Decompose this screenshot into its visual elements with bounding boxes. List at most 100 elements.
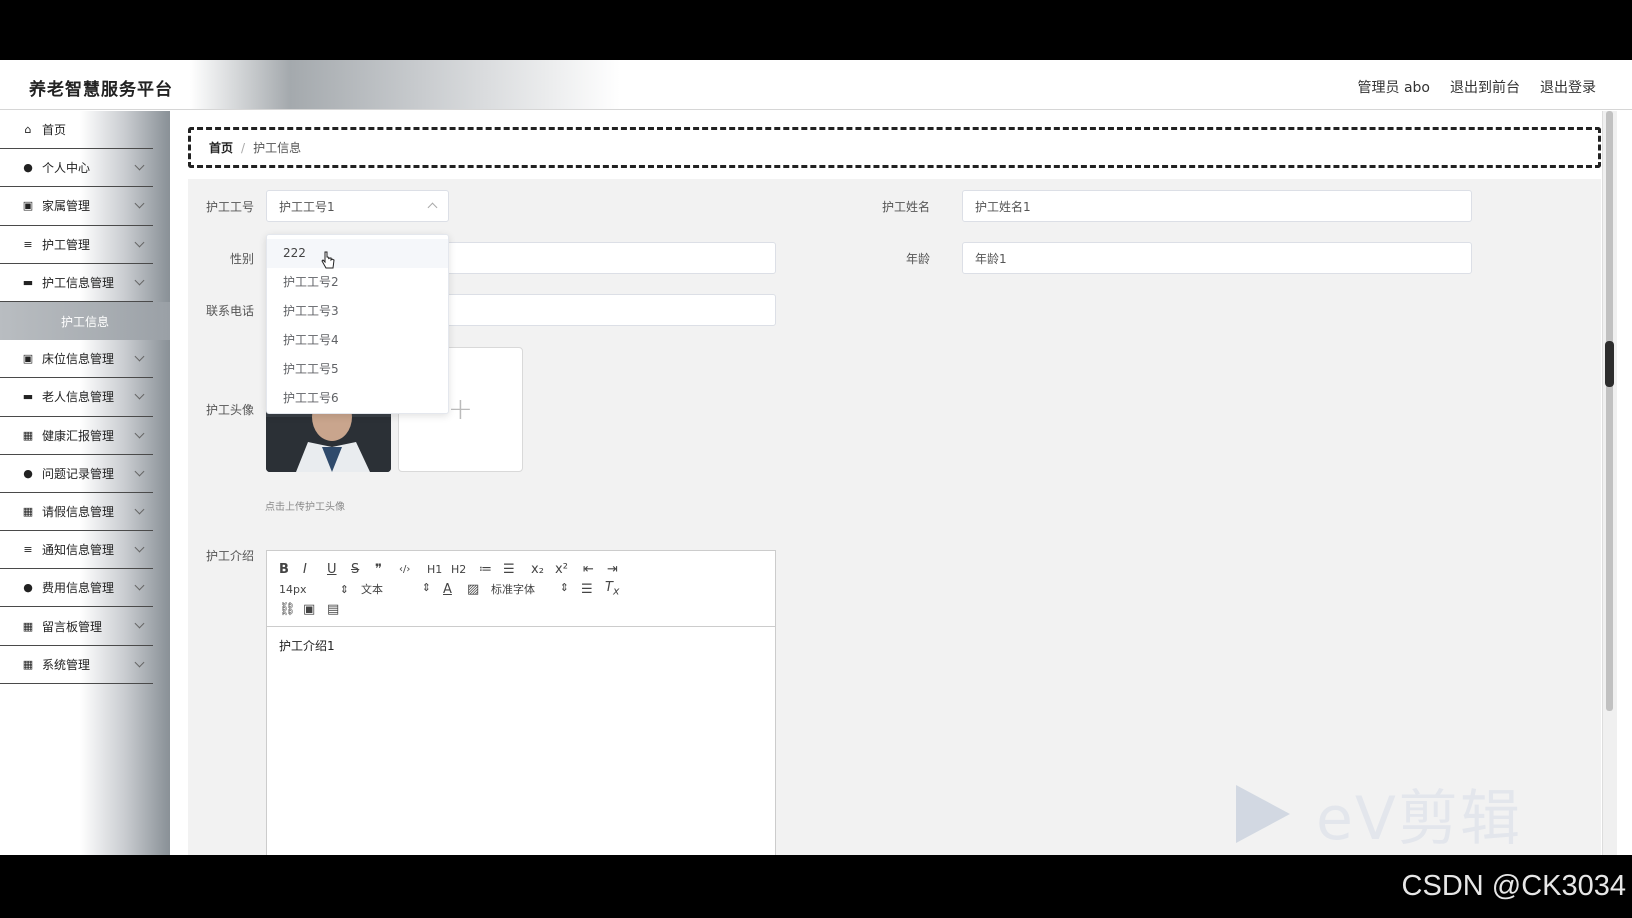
intro-label: 护工介绍	[205, 549, 254, 563]
grid-icon: ▦	[22, 504, 34, 518]
dropdown-option[interactable]: 护工工号6	[267, 384, 448, 413]
block-format-select[interactable]: 文本 ⇕	[361, 581, 431, 597]
sidebar-item-label: 请假信息管理	[42, 504, 115, 519]
toolbar-row-3: ⛓ ▣ ▤	[279, 599, 775, 619]
sidebar-item-issue[interactable]: ● 问题记录管理	[0, 455, 153, 493]
italic-button[interactable]: I	[303, 562, 327, 577]
sidebar-item-label: 问题记录管理	[42, 466, 115, 481]
avatar-label: 护工头像	[205, 403, 254, 417]
image-icon[interactable]: ▣	[303, 602, 327, 617]
sidebar-item-home[interactable]: ⌂ 首页	[0, 111, 153, 150]
video-icon[interactable]: ▤	[327, 602, 351, 617]
sidebar-item-health[interactable]: ▦ 健康汇报管理	[0, 417, 153, 455]
bullet-list-button[interactable]: ☰	[503, 562, 527, 577]
watermark: eV剪辑	[1232, 770, 1522, 857]
clear-format-icon[interactable]: Tx	[605, 580, 629, 598]
font-family-select[interactable]: 标准字体 ⇕	[491, 581, 569, 597]
sidebar-item-label: 家属管理	[42, 199, 91, 214]
video-frame: 养老智慧服务平台 管理员 abo 退出到前台 退出登录 ⌂ 首页 ● 个人中心 …	[0, 0, 1632, 918]
superscript-button[interactable]: x²	[555, 562, 579, 577]
subscript-button[interactable]: x₂	[531, 562, 555, 577]
sidebar-item-worker-manage[interactable]: ≡ 护工管理	[0, 226, 153, 264]
sidebar-item-notice[interactable]: ≡ 通知信息管理	[0, 531, 153, 570]
font-size-select[interactable]: 14px ⇕	[279, 583, 349, 596]
rich-text-editor[interactable]: B I U S ❞ ‹/› H1 H2 ≔ ☰ x₂ x² ⇤ ⇥ 14px ⇕…	[266, 550, 776, 855]
dropdown-option[interactable]: 护工工号3	[267, 297, 448, 326]
sidebar-item-personal-center[interactable]: ● 个人中心	[0, 149, 153, 188]
logout-link[interactable]: 退出登录	[1540, 77, 1596, 97]
chevron-up-icon	[427, 202, 438, 213]
sidebar-item-elder[interactable]: ▬ 老人信息管理	[0, 378, 153, 417]
sidebar-item-message-board[interactable]: ▦ 留言板管理	[0, 607, 153, 646]
sidebar-item-label: 首页	[42, 123, 67, 138]
code-block-button[interactable]: ‹/›	[399, 564, 423, 575]
dropdown-option[interactable]: 护工工号2	[267, 268, 448, 297]
to-front-link[interactable]: 退出到前台	[1450, 77, 1520, 97]
editor-content[interactable]: 护工介绍1	[267, 627, 775, 847]
sidebar-item-label: 通知信息管理	[42, 543, 115, 558]
align-icon[interactable]: ☰	[581, 582, 605, 597]
outdent-button[interactable]: ⇤	[583, 562, 607, 577]
chevron-down-icon	[134, 657, 145, 668]
avatar-hint: 点击上传护工头像	[265, 502, 345, 513]
csdn-credit: CSDN @CK3034	[1401, 870, 1626, 902]
sidebar-item-label: 护工管理	[42, 237, 91, 252]
chevron-down-icon	[134, 198, 145, 209]
sidebar-item-label: 健康汇报管理	[42, 428, 115, 443]
sidebar-item-label: 护工信息	[60, 314, 109, 329]
h2-button[interactable]: H2	[451, 563, 475, 576]
top-header: 养老智慧服务平台 管理员 abo 退出到前台 退出登录	[0, 60, 1632, 110]
sidebar-item-worker-info-manage[interactable]: ▬ 护工信息管理	[0, 264, 153, 302]
age-label: 年龄	[905, 252, 930, 266]
sidebar-item-leave[interactable]: ▦ 请假信息管理	[0, 493, 153, 532]
dropdown-option[interactable]: 护工工号4	[267, 326, 448, 355]
dropdown-option[interactable]: 护工工号5	[267, 355, 448, 384]
age-input[interactable]: 年龄1	[962, 242, 1472, 274]
sidebar-item-label: 床位信息管理	[42, 352, 115, 367]
background-color-icon[interactable]: ▨	[467, 582, 491, 597]
user-icon: ●	[23, 161, 33, 175]
sidebar-item-system[interactable]: ▦ 系统管理	[0, 646, 153, 684]
gender-label: 性别	[229, 252, 254, 266]
sidebar-item-fee[interactable]: ● 费用信息管理	[0, 569, 153, 608]
watermark-text: eV剪辑	[1316, 784, 1522, 854]
bold-button[interactable]: B	[279, 562, 303, 577]
block-format-value: 文本	[361, 583, 383, 596]
blockquote-button[interactable]: ❞	[375, 562, 399, 577]
breadcrumb-home[interactable]: 首页	[209, 139, 233, 156]
ordered-list-button[interactable]: ≔	[479, 562, 503, 577]
worker-name-input[interactable]: 护工姓名1	[962, 190, 1472, 222]
chevron-down-icon	[134, 275, 145, 286]
underline-button[interactable]: U	[327, 562, 351, 577]
editor-toolbar: B I U S ❞ ‹/› H1 H2 ≔ ☰ x₂ x² ⇤ ⇥ 14px ⇕…	[267, 551, 775, 627]
grid-icon: ▦	[22, 619, 34, 633]
h1-button[interactable]: H1	[427, 563, 451, 576]
scrollbar-thumb[interactable]	[1606, 111, 1613, 711]
admin-label: 管理员 abo	[1357, 80, 1430, 96]
breadcrumb: 首页 / 护工信息	[188, 127, 1601, 168]
sidebar: ⌂ 首页 ● 个人中心 ▣ 家属管理 ≡ 护工管理 ▬ 护工信息管理 护工信息 …	[0, 111, 170, 855]
updown-icon: ⇕	[421, 581, 431, 594]
monitor-icon: ▬	[22, 275, 34, 289]
breadcrumb-current: 护工信息	[253, 141, 302, 155]
scrollbar-marker	[1605, 341, 1614, 387]
worker-id-select[interactable]: 护工工号1	[266, 190, 449, 222]
age-value: 年龄1	[975, 251, 1007, 266]
strike-button[interactable]: S	[351, 562, 375, 577]
indent-button[interactable]: ⇥	[607, 562, 631, 577]
sidebar-item-family[interactable]: ▣ 家属管理	[0, 187, 153, 226]
sidebar-item-label: 护工信息管理	[42, 275, 115, 290]
worker-name-label: 护工姓名	[881, 200, 930, 214]
page-scrollbar[interactable]	[1602, 111, 1617, 855]
sidebar-item-bed[interactable]: ▣ 床位信息管理	[0, 340, 153, 379]
font-color-icon[interactable]: A	[443, 582, 467, 597]
plus-icon: +	[447, 392, 474, 427]
dropdown-option[interactable]: 222	[267, 239, 448, 268]
font-family-value: 标准字体	[491, 583, 535, 596]
link-icon[interactable]: ⛓	[279, 602, 303, 617]
header-links: 管理员 abo 退出到前台 退出登录	[1358, 77, 1596, 97]
sidebar-item-label: 留言板管理	[42, 619, 103, 634]
font-size-value: 14px	[279, 582, 307, 596]
sidebar-subitem-worker-info[interactable]: 护工信息	[0, 301, 170, 341]
toolbar-row-1: B I U S ❞ ‹/› H1 H2 ≔ ☰ x₂ x² ⇤ ⇥	[279, 559, 775, 579]
